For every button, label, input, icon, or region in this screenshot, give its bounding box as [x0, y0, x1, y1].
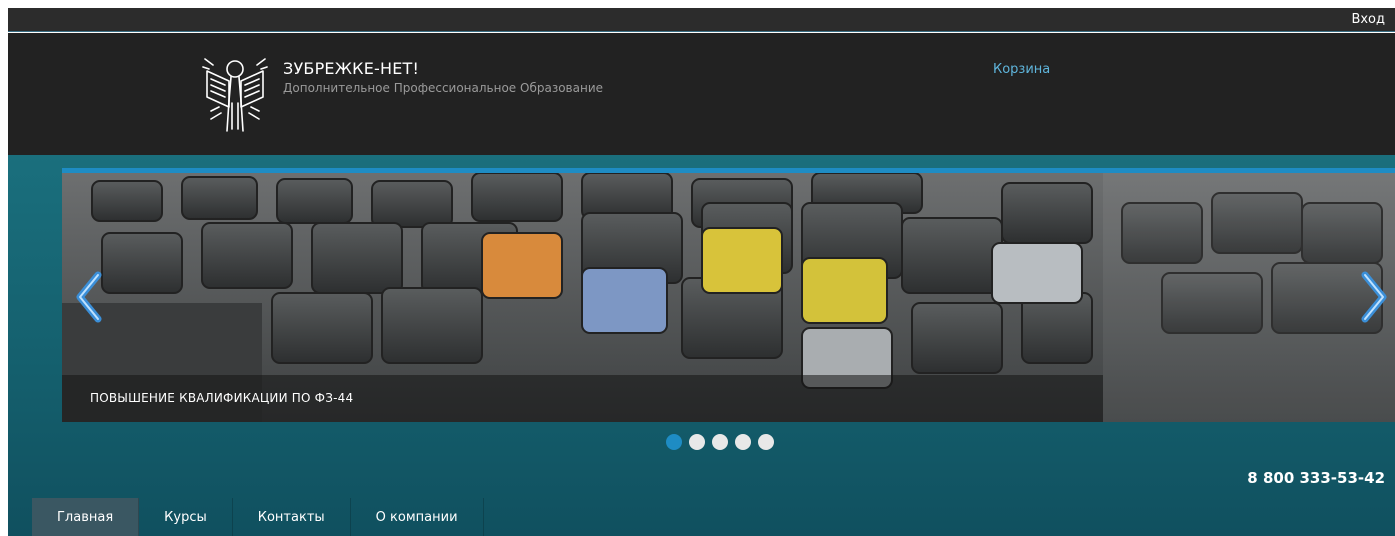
chevron-left-icon[interactable]	[72, 271, 106, 323]
slide-caption: ПОВЫШЕНИЕ КВАЛИФИКАЦИИ ПО ФЗ-44	[62, 375, 1103, 422]
slide-caption-text[interactable]: ПОВЫШЕНИЕ КВАЛИФИКАЦИИ ПО ФЗ-44	[90, 391, 353, 405]
slider-dot-3[interactable]	[712, 434, 728, 450]
slider-dot-4[interactable]	[735, 434, 751, 450]
main-nav: Главная Курсы Контакты О компании	[32, 498, 484, 536]
logo-reading-person-icon[interactable]	[201, 51, 269, 135]
nav-item-about[interactable]: О компании	[351, 498, 484, 536]
slider-dot-5[interactable]	[758, 434, 774, 450]
login-link[interactable]: Вход	[1351, 12, 1385, 27]
site-subtitle: Дополнительное Профессиональное Образова…	[283, 81, 603, 95]
main-area: ПОВЫШЕНИЕ КВАЛИФИКАЦИИ ПО ФЗ-44 8 800 33…	[8, 155, 1395, 536]
top-bar: Вход	[8, 8, 1395, 32]
nav-item-contacts[interactable]: Контакты	[233, 498, 351, 536]
chevron-right-icon[interactable]	[1357, 271, 1391, 323]
image-slider[interactable]: ПОВЫШЕНИЕ КВАЛИФИКАЦИИ ПО ФЗ-44	[62, 168, 1395, 422]
nav-item-home[interactable]: Главная	[32, 498, 140, 536]
slider-dot-1[interactable]	[666, 434, 682, 450]
site-header: ЗУБРЕЖКЕ-НЕТ! Дополнительное Профессиона…	[8, 33, 1395, 155]
cart-link[interactable]: Корзина	[993, 62, 1050, 77]
site-title[interactable]: ЗУБРЕЖКЕ-НЕТ!	[283, 59, 419, 78]
phone-number: 8 800 333-53-42	[1247, 469, 1385, 487]
slider-dot-2[interactable]	[689, 434, 705, 450]
slider-dots	[666, 434, 774, 452]
nav-item-courses[interactable]: Курсы	[139, 498, 233, 536]
